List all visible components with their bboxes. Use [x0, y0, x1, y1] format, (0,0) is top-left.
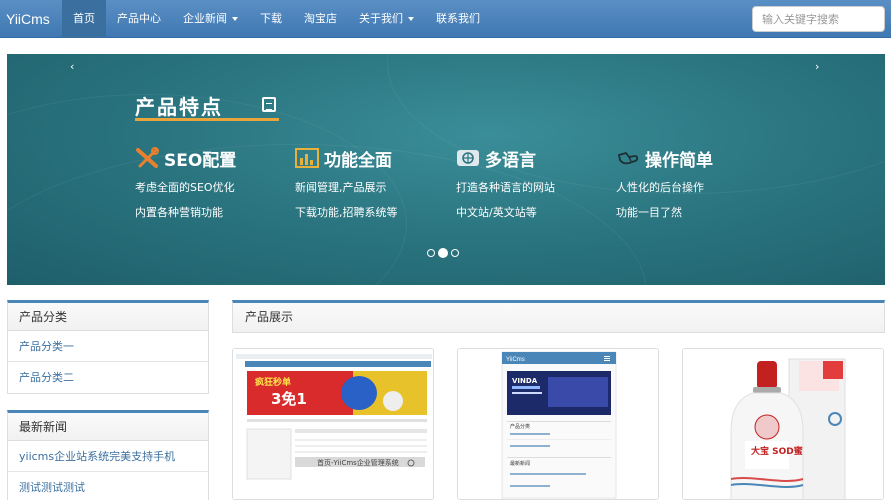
globe-icon [456, 147, 480, 169]
feature-seo-line1: 考虑全面的SEO优化 [135, 181, 235, 194]
feature-simple-line2: 功能一目了然 [616, 206, 682, 219]
carousel-next-arrow[interactable]: › [815, 60, 819, 73]
nav-products[interactable]: 产品中心 [106, 0, 172, 38]
feature-language-line2: 中文站/英文站等 [456, 206, 537, 219]
nav-products-label: 产品中心 [117, 12, 161, 25]
mobile-site-screenshot: YiiCms VINDA 产品分类 最新新闻 [458, 349, 658, 499]
nav-contact-label: 联系我们 [436, 12, 480, 25]
nav-download-label: 下载 [260, 12, 282, 25]
feature-language: 多语言 打造各种语言的网站 中文站/英文站等 [456, 146, 616, 220]
feature-seo-title: SEO配置 [164, 150, 237, 171]
top-navbar: YiiCms 首页 产品中心 企业新闻 下载 淘宝店 关于我们 联系我们 [0, 0, 891, 38]
news-panel-heading: 最新新闻 [8, 413, 208, 441]
caret-down-icon [408, 17, 414, 21]
feature-seo: SEO配置 考虑全面的SEO优化 内置各种营销功能 [135, 146, 295, 220]
pointer-hand-icon [616, 147, 640, 169]
nav-about-dropdown[interactable]: 关于我们 [348, 0, 425, 38]
feature-simple: 操作简单 人性化的后台操作 功能一目了然 [616, 146, 776, 220]
desktop-site-screenshot: 疯狂秒单 3免1 首页-YiiCms企业管理系统 [233, 349, 433, 499]
product-thumb-1[interactable]: 疯狂秒单 3免1 首页-YiiCms企业管理系统 [232, 348, 434, 500]
thumb3-label: 大宝 SOD蜜 [751, 445, 803, 457]
feature-full: 功能全面 新闻管理,产品展示 下载功能,招聘系统等 [295, 146, 455, 220]
thumb2-brand: YiiCms [506, 357, 525, 363]
thumb2-ad: VINDA [512, 377, 538, 385]
product-thumb-3[interactable]: 大宝 SOD蜜 [682, 348, 884, 500]
category-panel-heading: 产品分类 [8, 303, 208, 331]
nav-news-label: 企业新闻 [183, 12, 227, 25]
nav-contact[interactable]: 联系我们 [425, 0, 491, 38]
feature-simple-line1: 人性化的后台操作 [616, 181, 704, 194]
thumb1-promo-text1: 疯狂秒单 [255, 376, 291, 388]
news-item[interactable]: yiicms企业站系统完美支持手机 [8, 441, 208, 472]
carousel-dot-2[interactable] [438, 248, 448, 258]
nav-home[interactable]: 首页 [62, 0, 106, 38]
feature-simple-title: 操作简单 [645, 150, 713, 171]
clipboard-icon [262, 97, 276, 112]
nav-taobao[interactable]: 淘宝店 [293, 0, 348, 38]
carousel-indicators [427, 248, 462, 258]
nav-news-dropdown[interactable]: 企业新闻 [172, 0, 249, 38]
title-underline [135, 118, 279, 121]
feature-full-title: 功能全面 [324, 150, 392, 171]
thumb1-promo-text2: 3免1 [271, 390, 307, 408]
carousel-prev-arrow[interactable]: ‹ [70, 60, 74, 73]
search-input[interactable] [752, 6, 885, 32]
thumb2-list2: 最新新闻 [510, 460, 530, 467]
products-panel-heading: 产品展示 [245, 310, 294, 324]
news-item[interactable]: 测试测试测试 [8, 472, 208, 500]
feature-carousel: ‹ › 产品特点 SEO配置 考虑全面的SEO优化 内置各种营销功能 功能全面 … [7, 54, 885, 285]
nav-about-label: 关于我们 [359, 12, 403, 25]
nav-download[interactable]: 下载 [249, 0, 293, 38]
brand-logo[interactable]: YiiCms [6, 0, 50, 38]
feature-seo-line2: 内置各种营销功能 [135, 206, 223, 219]
thumb1-caption: 首页-YiiCms企业管理系统 [317, 458, 399, 467]
category-item[interactable]: 产品分类二 [8, 362, 208, 393]
thumb2-list1: 产品分类 [510, 423, 530, 430]
bar-chart-icon [295, 147, 319, 169]
product-thumb-2[interactable]: YiiCms VINDA 产品分类 最新新闻 [457, 348, 659, 500]
product-bottle-photo: 大宝 SOD蜜 [683, 349, 883, 499]
category-item[interactable]: 产品分类一 [8, 331, 208, 362]
nav-taobao-label: 淘宝店 [304, 12, 337, 25]
carousel-dot-3[interactable] [451, 249, 459, 257]
feature-language-title: 多语言 [485, 150, 536, 171]
caret-down-icon [232, 17, 238, 21]
tools-icon [135, 147, 159, 169]
feature-full-line1: 新闻管理,产品展示 [295, 181, 387, 194]
banner-title: 产品特点 [135, 95, 223, 119]
news-panel: 最新新闻 yiicms企业站系统完美支持手机 测试测试测试 [7, 410, 209, 500]
products-panel: 产品展示 [232, 300, 885, 333]
feature-full-line2: 下载功能,招聘系统等 [295, 206, 398, 219]
carousel-dot-1[interactable] [427, 249, 435, 257]
category-panel: 产品分类 产品分类一 产品分类二 [7, 300, 209, 394]
feature-language-line1: 打造各种语言的网站 [456, 181, 555, 194]
main-nav: 首页 产品中心 企业新闻 下载 淘宝店 关于我们 联系我们 [62, 0, 491, 38]
nav-home-label: 首页 [73, 12, 95, 25]
